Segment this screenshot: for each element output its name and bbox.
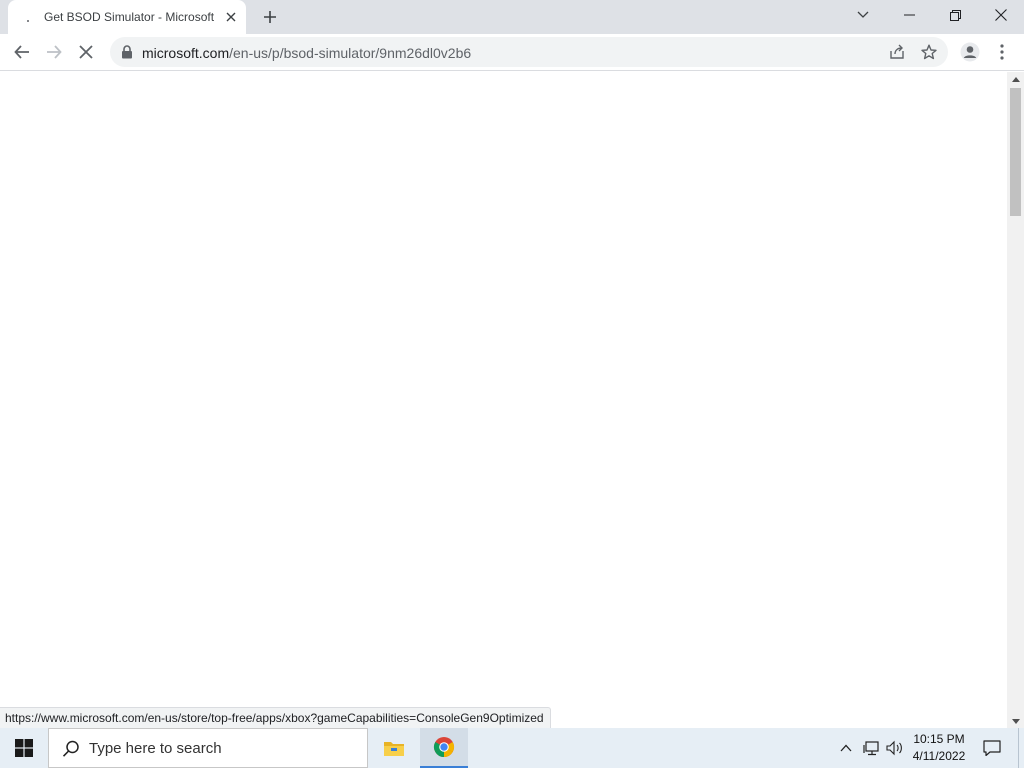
tab-search-chevron-icon[interactable] [840, 0, 886, 30]
page-content[interactable] [0, 72, 1007, 728]
start-button[interactable] [0, 728, 48, 768]
search-icon [62, 740, 79, 757]
scroll-up-arrow-icon[interactable] [1007, 72, 1024, 86]
forward-button[interactable] [40, 38, 68, 66]
scroll-down-arrow-icon[interactable] [1007, 714, 1024, 728]
kebab-menu-icon[interactable] [988, 38, 1016, 66]
windows-taskbar: Type here to search 10:15 PM 4/11/2022 [0, 728, 1024, 768]
back-button[interactable] [8, 38, 36, 66]
tab-title: Get BSOD Simulator - Microsoft Store [44, 10, 214, 24]
profile-avatar[interactable] [956, 38, 984, 66]
star-icon[interactable] [918, 41, 940, 63]
url-text[interactable]: microsoft.com/en-us/p/bsod-simulator/9nm… [142, 45, 471, 61]
tray-overflow-chevron-icon[interactable] [836, 738, 856, 758]
share-icon[interactable] [886, 41, 908, 63]
browser-tab-active[interactable]: Get BSOD Simulator - Microsoft Store [8, 0, 246, 34]
search-placeholder: Type here to search [89, 740, 222, 757]
tab-close-button[interactable] [222, 8, 240, 26]
minimize-button[interactable] [886, 0, 932, 30]
stop-loading-button[interactable] [72, 38, 100, 66]
chrome-icon [433, 737, 455, 758]
scroll-thumb[interactable] [1010, 88, 1021, 216]
close-window-button[interactable] [978, 0, 1024, 30]
notification-center-icon[interactable] [978, 728, 1006, 768]
taskbar-search-box[interactable]: Type here to search [48, 728, 368, 768]
url-host: microsoft.com [142, 45, 230, 61]
show-desktop-button[interactable] [1018, 728, 1024, 768]
tab-strip: Get BSOD Simulator - Microsoft Store [0, 0, 1024, 34]
lock-icon[interactable] [120, 45, 134, 59]
windows-logo-icon [15, 739, 33, 757]
volume-icon[interactable] [885, 738, 905, 758]
browser-toolbar: microsoft.com/en-us/p/bsod-simulator/9nm… [0, 34, 1024, 71]
url-path: /en-us/p/bsod-simulator/9nm26dl0v2b6 [229, 45, 472, 61]
clock-date: 4/11/2022 [912, 749, 966, 763]
system-clock[interactable]: 10:15 PM 4/11/2022 [908, 731, 970, 765]
link-status-bubble: https://www.microsoft.com/en-us/store/to… [0, 707, 551, 728]
chrome-taskbar-button[interactable] [420, 728, 468, 768]
network-icon[interactable] [862, 738, 882, 758]
restore-button[interactable] [932, 0, 978, 30]
file-explorer-taskbar-button[interactable] [370, 728, 418, 768]
folder-icon [384, 742, 404, 756]
clock-time: 10:15 PM [913, 732, 965, 746]
vertical-scrollbar[interactable] [1007, 72, 1024, 728]
new-tab-button[interactable] [258, 5, 282, 29]
loading-favicon-icon [20, 10, 36, 26]
address-bar[interactable]: microsoft.com/en-us/p/bsod-simulator/9nm… [110, 37, 948, 67]
